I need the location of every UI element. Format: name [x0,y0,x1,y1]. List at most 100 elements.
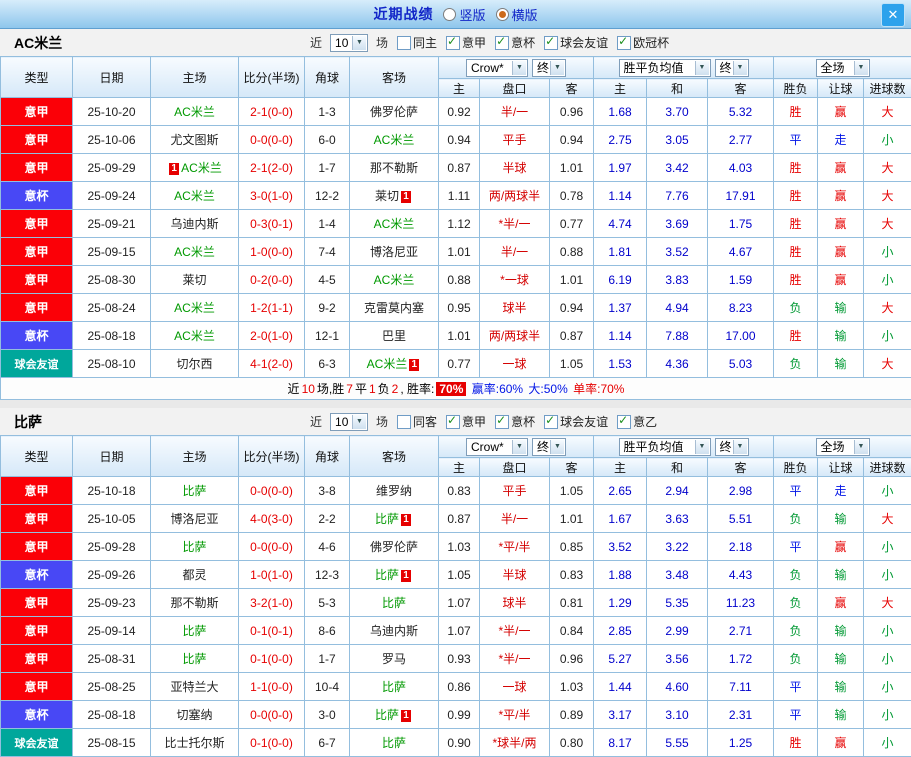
home-team-name: AC米兰 [181,161,222,175]
score-cell: 0-0(0-0) [239,477,305,505]
avg-away-cell: 11.23 [708,589,774,617]
avg-draw-cell: 5.35 [647,589,708,617]
home-team-cell: 比萨 [151,533,239,561]
checkbox-unchecked-icon[interactable] [397,415,411,429]
scope-select[interactable]: 全场 [816,59,870,77]
avg-final-select[interactable]: 终 [715,59,749,77]
date-cell: 25-09-21 [73,210,151,238]
date-cell: 25-09-14 [73,617,151,645]
table-row: 意甲25-09-291AC米兰2-1(2-0)1-7那不勒斯0.87半球1.01… [1,154,911,182]
league-filter[interactable]: 意甲 [446,34,486,51]
goals-cell: 小 [864,701,911,729]
avg-draw-cell: 3.52 [647,238,708,266]
competition-cell: 意甲 [1,533,73,561]
checkbox-checked-icon[interactable] [495,415,509,429]
date-cell: 25-08-24 [73,294,151,322]
score-cell: 0-1(0-0) [239,729,305,757]
league-filter[interactable]: 意甲 [446,413,486,430]
home-team-cell: 切尔西 [151,350,239,378]
layout-horizontal-option[interactable]: 横版 [496,5,538,24]
home-team-name: 那不勒斯 [170,596,218,610]
avg-away-cell: 2.31 [708,701,774,729]
avg-home-cell: 1.14 [594,182,647,210]
score-cell: 1-2(1-1) [239,294,305,322]
handicap-result-cell: 赢 [818,182,864,210]
odds-company-select[interactable]: Crow* [466,438,528,456]
odds-final-select[interactable]: 终 [532,438,566,456]
league-filter[interactable]: 意杯 [495,34,535,51]
summary-segment: 负 [378,382,390,396]
home-team-cell: 比萨 [151,617,239,645]
column-header: 胜负 [774,458,818,477]
checkbox-checked-icon[interactable] [544,415,558,429]
league-filter[interactable]: 球会友谊 [544,34,608,51]
home-team-cell: 莱切 [151,266,239,294]
avg-away-cell: 5.51 [708,505,774,533]
handicap-result-cell: 走 [818,477,864,505]
checkbox-checked-icon[interactable] [617,36,631,50]
vertical-label: 竖版 [459,5,485,24]
odds-final-select[interactable]: 终 [532,59,566,77]
avg-away-cell: 2.18 [708,533,774,561]
away-team-name: 乌迪内斯 [370,624,418,638]
league-filter[interactable]: 意杯 [495,413,535,430]
table-row: 意甲25-08-30莱切0-2(0-0)4-5AC米兰0.88*一球1.016.… [1,266,911,294]
avg-away-cell: 17.00 [708,322,774,350]
goals-cell: 小 [864,477,911,505]
checkbox-checked-icon[interactable] [446,415,460,429]
score-cell: 2-1(2-0) [239,154,305,182]
checkbox-unchecked-icon[interactable] [397,36,411,50]
goals-cell: 小 [864,673,911,701]
home-team-cell: 博洛尼亚 [151,505,239,533]
corners-cell: 4-6 [305,533,350,561]
column-header: 客 [550,458,594,477]
avg-type-select[interactable]: 胜平负均值 [619,438,711,456]
scope-select[interactable]: 全场 [816,438,870,456]
checkbox-checked-icon[interactable] [446,36,460,50]
date-cell: 25-10-05 [73,505,151,533]
match-count-select[interactable]: 10 [330,413,368,431]
avg-final-select[interactable]: 终 [715,438,749,456]
avg-home-cell: 1.68 [594,98,647,126]
league-filter[interactable]: 意乙 [617,413,657,430]
home-team-name: 比萨 [182,540,206,554]
avg-draw-cell: 4.60 [647,673,708,701]
column-header: 和 [647,79,708,98]
result-cell: 胜 [774,154,818,182]
column-header: 日期 [73,57,151,98]
avg-away-cell: 7.11 [708,673,774,701]
close-icon[interactable]: ✕ [881,3,905,27]
checkbox-checked-icon[interactable] [544,36,558,50]
away-team-name: 莱切 [375,189,399,203]
goals-cell: 小 [864,561,911,589]
league-filter[interactable]: 欧冠杯 [617,34,669,51]
checkbox-checked-icon[interactable] [617,415,631,429]
checkbox-label: 同主 [413,34,437,51]
away-team-name: AC米兰 [374,273,415,287]
filter-bar: 近10场同客意甲意杯球会友谊意乙 [310,413,657,431]
radio-unselected-icon[interactable] [443,8,456,21]
column-header: 角球 [305,436,350,477]
away-odds-cell: 0.83 [550,561,594,589]
avg-home-cell: 1.29 [594,589,647,617]
layout-vertical-option[interactable]: 竖版 [443,5,485,24]
league-filter[interactable]: 同客 [397,413,437,430]
handicap-cell: *球半/两 [480,729,550,757]
league-filter[interactable]: 同主 [397,34,437,51]
summary-cell: 近10场,胜7平1负2, 胜率:70% 赢率:60% 大:50% 单率:70% [1,378,911,400]
handicap-cell: 半/一 [480,98,550,126]
competition-cell: 意甲 [1,266,73,294]
league-filter[interactable]: 球会友谊 [544,413,608,430]
away-odds-cell: 0.89 [550,701,594,729]
away-team-name: 佛罗伦萨 [370,540,418,554]
match-count-select[interactable]: 10 [330,34,368,52]
avg-home-cell: 3.52 [594,533,647,561]
result-cell: 平 [774,477,818,505]
away-odds-cell: 0.84 [550,617,594,645]
radio-selected-icon[interactable] [496,8,509,21]
goals-cell: 小 [864,126,911,154]
checkbox-checked-icon[interactable] [495,36,509,50]
odds-company-select[interactable]: Crow* [466,59,528,77]
avg-type-select[interactable]: 胜平负均值 [619,59,711,77]
away-team-cell: 佛罗伦萨 [350,533,439,561]
